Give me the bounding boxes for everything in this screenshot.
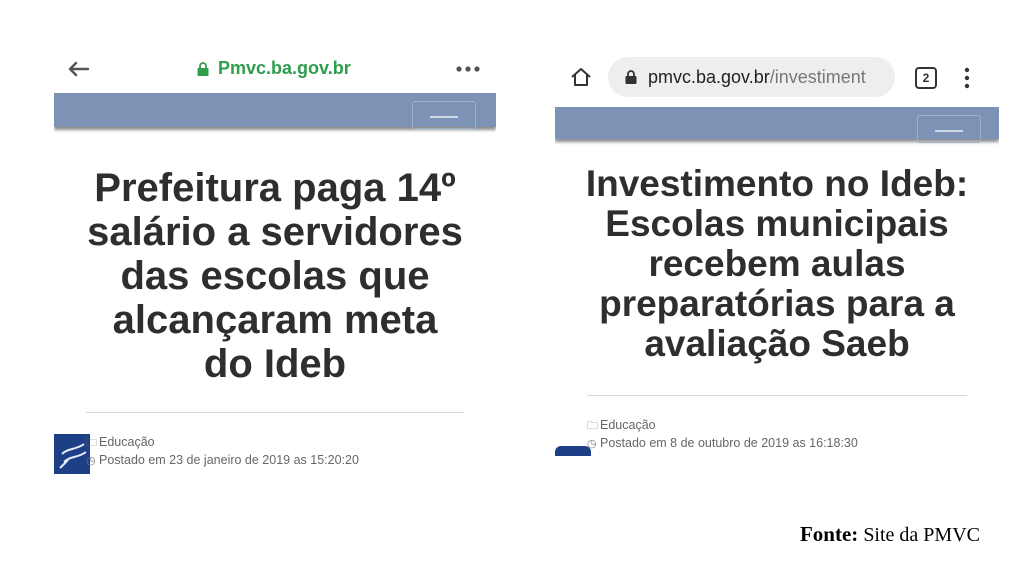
left-post-meta: 🗀 Educação ◷ Postado em 23 de janeiro de 2… [86, 434, 359, 470]
right-browser-bar: pmvc.ba.gov.br/investiment 2 [555, 56, 999, 98]
url-field[interactable]: pmvc.ba.gov.br/investiment [608, 57, 895, 97]
category-link[interactable]: Educação [99, 435, 155, 449]
headline-line: das escolas que [120, 254, 430, 298]
headline-line: Investimento no Ideb: [585, 163, 969, 204]
headline-line: do Ideb [203, 342, 347, 386]
category-link[interactable]: Educação [600, 418, 656, 432]
headline-line: Escolas municipais [605, 203, 949, 244]
headline-line: recebem aulas [648, 243, 906, 284]
url-domain: pmvc.ba.gov.br [648, 66, 770, 87]
clock-icon: ◷ [86, 455, 96, 467]
left-browser-bar: Pmvc.ba.gov.br [54, 54, 496, 84]
source-text: Site da PMVC [858, 524, 980, 546]
pmvc-logo [54, 434, 90, 474]
right-site-nav [555, 107, 999, 143]
tabs-icon[interactable]: 2 [915, 67, 937, 89]
kebab-menu-icon[interactable] [963, 67, 971, 89]
back-arrow-icon[interactable] [68, 61, 90, 77]
left-address[interactable]: Pmvc.ba.gov.br [196, 58, 351, 79]
divider [587, 395, 967, 396]
source-caption: Fonte: Site da PMVC [800, 522, 980, 547]
right-screenshot: pmvc.ba.gov.br/investiment 2 Investiment… [555, 50, 999, 470]
headline-line: alcançaram meta [112, 298, 438, 342]
hamburger-menu-button[interactable] [412, 101, 476, 129]
left-domain: Pmvc.ba.gov.br [218, 58, 351, 78]
posted-date: Postado em 8 de outubro de 2019 as 16:18… [600, 436, 858, 450]
pmvc-logo [555, 446, 591, 456]
source-label: Fonte: [799, 522, 859, 546]
headline-line: salário a servidores [87, 210, 463, 254]
more-dots-icon[interactable] [455, 65, 481, 73]
posted-date: Postado em 23 de janeiro de 2019 as 15:2… [99, 453, 359, 467]
folder-icon: 🗀 [587, 420, 598, 432]
folder-icon: 🗀 [86, 437, 97, 449]
headline-line: Prefeitura paga 14º [94, 166, 456, 210]
left-site-nav [54, 93, 496, 129]
left-headline: Prefeitura paga 14º salário a servidores… [54, 166, 496, 386]
lock-icon [197, 61, 209, 76]
hamburger-menu-button[interactable] [917, 115, 981, 143]
home-icon[interactable] [570, 67, 592, 87]
right-headline: Investimento no Ideb: Escolas municipais… [555, 164, 999, 364]
headline-line: preparatórias para a [599, 283, 955, 324]
lock-icon [625, 70, 637, 84]
tab-count: 2 [922, 71, 930, 85]
right-post-meta: 🗀 Educação ◷ Postado em 8 de outubro de 20… [587, 417, 858, 453]
divider [86, 412, 464, 413]
headline-line: avaliação Saeb [644, 323, 910, 364]
left-screenshot: Pmvc.ba.gov.br Prefeitura paga 14º salár… [54, 40, 496, 480]
url-path: /investiment [769, 66, 866, 87]
